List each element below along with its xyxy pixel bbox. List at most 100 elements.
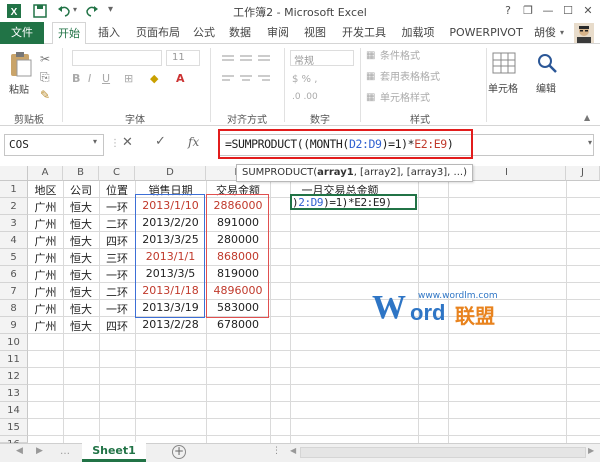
cell-a6[interactable]: 广州 [28,267,63,283]
cell-a9[interactable]: 广州 [28,318,63,334]
redo-icon[interactable] [84,3,100,19]
cells-button[interactable] [492,52,516,77]
select-all-corner[interactable] [0,166,28,181]
tab-powerpivot[interactable]: POWERPIVOT [446,22,526,44]
row-header[interactable]: 7 [0,283,28,300]
row-header[interactable]: 10 [0,334,28,351]
row-header[interactable]: 1 [0,181,28,198]
minimize-button[interactable]: — [538,2,558,20]
tab-formulas[interactable]: 公式 [189,22,219,44]
font-name-select[interactable] [72,50,162,66]
user-name[interactable]: 胡俊 [534,22,556,44]
ribbon-display-button[interactable]: ❐ [518,2,538,20]
user-dropdown-icon[interactable]: ▾ [560,28,564,37]
cell-a1[interactable]: 地区 [28,182,63,198]
enter-check-icon[interactable]: ✓ [155,134,166,149]
cell-c3[interactable]: 二环 [99,216,135,232]
row-header[interactable]: 16 [0,436,28,450]
cell-b8[interactable]: 恒大 [63,301,99,317]
sheet-tab-sheet1[interactable]: Sheet1 [82,442,146,462]
column-header-b[interactable]: B [63,166,99,181]
cell-c4[interactable]: 四环 [99,233,135,249]
undo-icon[interactable] [56,3,72,19]
tab-developer[interactable]: 开发工具 [338,22,390,44]
save-icon[interactable] [32,3,48,19]
currency-icon[interactable]: $ % , [292,74,317,85]
help-button[interactable]: ? [498,2,518,20]
customize-qat-icon[interactable]: ▾ [108,4,113,15]
bold-icon[interactable]: B [72,72,80,85]
cell-c2[interactable]: 一环 [99,199,135,215]
decimal-icon[interactable]: .0 .00 [292,92,318,102]
cell-b6[interactable]: 恒大 [63,267,99,283]
row-header[interactable]: 11 [0,351,28,368]
excel-logo-icon[interactable]: X [6,3,22,19]
horizontal-scrollbar[interactable] [300,447,586,458]
border-icon[interactable]: ⊞ [124,72,133,85]
cell-a8[interactable]: 广州 [28,301,63,317]
scroll-right-icon[interactable]: ▶ [588,446,594,455]
insert-function-icon[interactable]: fx [188,135,199,149]
cell-b9[interactable]: 恒大 [63,318,99,334]
underline-icon[interactable]: U [102,72,110,85]
tab-home[interactable]: 开始 [52,22,86,45]
cell-c9[interactable]: 四环 [99,318,135,334]
expand-formula-icon[interactable]: ▾ [588,138,592,147]
cell-c1[interactable]: 位置 [99,182,135,198]
editing-button[interactable] [536,52,558,77]
row-header[interactable]: 6 [0,266,28,283]
copy-icon[interactable]: ⎘ [40,70,50,85]
fill-color-icon[interactable]: ◆ [150,72,158,85]
row-header[interactable]: 8 [0,300,28,317]
row-header[interactable]: 13 [0,385,28,402]
column-header-c[interactable]: C [99,166,135,181]
tab-page-layout[interactable]: 页面布局 [132,22,184,44]
conditional-format-button[interactable]: 条件格式 [380,50,420,63]
cell-b1[interactable]: 公司 [63,182,99,198]
cell-b5[interactable]: 恒大 [63,250,99,266]
collapse-ribbon-icon[interactable]: ▲ [584,113,590,122]
cell-b2[interactable]: 恒大 [63,199,99,215]
name-box-dropdown-icon[interactable]: ▾ [93,137,97,146]
avatar[interactable] [574,23,594,43]
italic-icon[interactable]: I [88,72,91,85]
cell-b3[interactable]: 恒大 [63,216,99,232]
maximize-button[interactable]: ☐ [558,2,578,20]
row-header[interactable]: 5 [0,249,28,266]
row-header[interactable]: 14 [0,402,28,419]
scroll-split-handle[interactable]: ⋮ [272,446,281,456]
cell-a5[interactable]: 广州 [28,250,63,266]
row-header[interactable]: 4 [0,232,28,249]
paste-button[interactable] [8,50,34,83]
cell-styles-button[interactable]: 单元格样式 [380,92,430,105]
column-header-d[interactable]: D [135,166,206,181]
column-header-j[interactable]: J [566,166,600,181]
cell-c5[interactable]: 三环 [99,250,135,266]
sheet-next-icon[interactable]: ▶ [36,446,43,456]
function-tooltip[interactable]: SUMPRODUCT(array1, [array2], [array3], .… [236,164,473,182]
cell-b4[interactable]: 恒大 [63,233,99,249]
row-header[interactable]: 15 [0,419,28,436]
cut-icon[interactable]: ✂ [40,52,50,66]
row-header[interactable]: 3 [0,215,28,232]
tab-data[interactable]: 数据 [225,22,255,44]
cell-c7[interactable]: 二环 [99,284,135,300]
font-color-icon[interactable]: A [176,72,185,85]
cell-c8[interactable]: 一环 [99,301,135,317]
tab-addins[interactable]: 加载项 [398,22,438,44]
close-button[interactable]: ✕ [578,2,598,20]
add-sheet-button[interactable]: + [172,445,186,459]
cell-d9[interactable]: 2013/2/28 [135,318,206,331]
format-as-table-button[interactable]: 套用表格格式 [380,71,440,84]
cell-c6[interactable]: 一环 [99,267,135,283]
row-header[interactable]: 2 [0,198,28,215]
name-box[interactable]: COS [4,134,104,156]
tab-file[interactable]: 文件 [0,22,44,44]
scroll-left-icon[interactable]: ◀ [290,446,296,455]
format-painter-icon[interactable]: ✎ [40,88,50,102]
cancel-icon[interactable]: ✕ [122,135,133,150]
tab-view[interactable]: 视图 [300,22,330,44]
cell-a4[interactable]: 广州 [28,233,63,249]
undo-dropdown-icon[interactable]: ▾ [73,5,77,14]
tab-insert[interactable]: 插入 [92,22,126,44]
